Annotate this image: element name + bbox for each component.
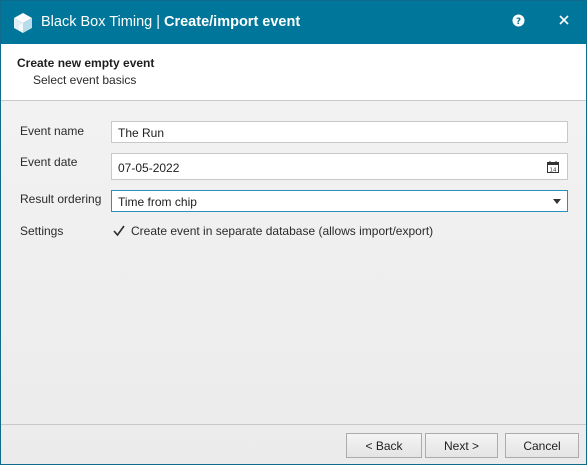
- calendar-icon[interactable]: 14: [547, 161, 559, 173]
- chevron-down-icon[interactable]: [553, 199, 561, 204]
- window-title: Black Box Timing | Create/import event: [41, 14, 300, 30]
- event-name-label: Event name: [20, 124, 85, 138]
- wizard-step-subtitle: Select event basics: [33, 73, 137, 87]
- event-name-value: The Run: [118, 126, 165, 140]
- next-button[interactable]: Next >: [425, 433, 498, 458]
- event-name-input[interactable]: The Run: [111, 121, 568, 143]
- separate-database-label: Create event in separate database (allow…: [131, 224, 434, 238]
- help-button[interactable]: ?: [510, 12, 526, 28]
- title-separator: |: [156, 14, 160, 30]
- wizard-step-title: Create new empty event: [17, 56, 155, 70]
- dialog-title: Create/import event: [164, 14, 301, 30]
- result-ordering-label: Result ordering: [20, 192, 102, 206]
- back-button[interactable]: < Back: [346, 433, 422, 458]
- separate-database-checkbox[interactable]: [111, 223, 127, 239]
- event-date-label: Event date: [20, 155, 78, 169]
- separate-database-option[interactable]: Create event in separate database (allow…: [111, 223, 433, 239]
- svg-text:?: ?: [515, 17, 520, 27]
- close-icon: [559, 15, 569, 25]
- result-ordering-select[interactable]: Time from chip: [111, 190, 568, 212]
- wizard-header: Create new empty event Select event basi…: [1, 44, 586, 101]
- settings-label: Settings: [20, 224, 64, 238]
- event-date-picker[interactable]: 07-05-2022 14: [111, 153, 568, 180]
- event-date-value: 07-05-2022: [118, 161, 180, 175]
- help-icon: ?: [512, 14, 524, 27]
- title-bar: Black Box Timing | Create/import event ?: [1, 1, 586, 44]
- cube-logo-icon: [14, 13, 32, 33]
- svg-text:14: 14: [550, 168, 557, 174]
- result-ordering-value: Time from chip: [118, 195, 197, 209]
- footer-divider: [1, 424, 586, 425]
- cancel-button[interactable]: Cancel: [505, 433, 579, 458]
- app-name: Black Box Timing: [41, 14, 153, 30]
- close-button[interactable]: [555, 11, 573, 29]
- create-import-event-dialog: Black Box Timing | Create/import event ? C…: [0, 0, 587, 465]
